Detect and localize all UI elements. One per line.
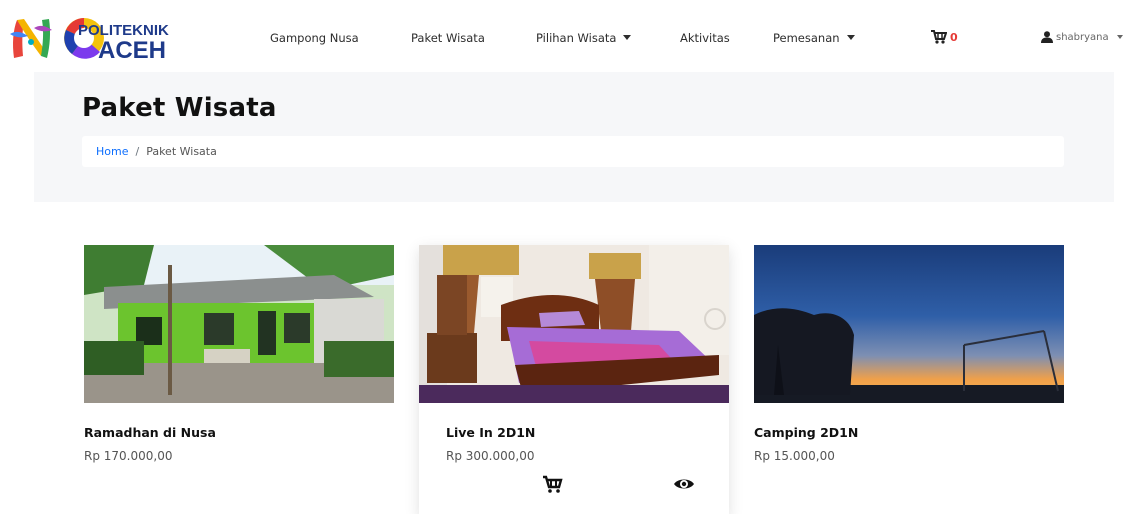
- package-price: Rp 170.000,00: [84, 449, 173, 463]
- package-name[interactable]: Camping 2D1N: [754, 425, 858, 440]
- navbar: POLITEKNIK ACEH Gampong Nusa Paket Wisat…: [0, 0, 1134, 70]
- package-name[interactable]: Ramadhan di Nusa: [84, 425, 216, 440]
- package-card-ramadhan[interactable]: Ramadhan di Nusa Rp 170.000,00: [84, 245, 394, 463]
- nav-pemesanan[interactable]: Pemesanan: [773, 31, 855, 45]
- nusa-logo-icon[interactable]: [8, 14, 54, 62]
- package-price: Rp 15.000,00: [754, 449, 835, 463]
- nav-aktivitas[interactable]: Aktivitas: [680, 31, 730, 45]
- package-price: Rp 300.000,00: [446, 449, 535, 463]
- caret-down-icon: [1116, 35, 1123, 39]
- breadcrumb-separator: /: [135, 145, 140, 158]
- add-to-cart-button[interactable]: [541, 475, 563, 493]
- cart-icon: [931, 30, 947, 44]
- nav-label: Paket Wisata: [411, 31, 485, 45]
- politeknik-aceh-logo[interactable]: POLITEKNIK ACEH: [62, 12, 202, 64]
- page-header: Paket Wisata Home / Paket Wisata: [34, 72, 1114, 202]
- package-card-live-in[interactable]: Live In 2D1N Rp 300.000,00: [419, 245, 729, 514]
- nav-label: Gampong Nusa: [270, 31, 359, 45]
- user-menu[interactable]: shabryana: [1041, 31, 1123, 43]
- package-image-green-house[interactable]: [84, 245, 394, 403]
- nav-cart-button[interactable]: 0: [931, 30, 958, 44]
- breadcrumb-home-link[interactable]: Home: [96, 145, 128, 158]
- package-name[interactable]: Live In 2D1N: [446, 425, 535, 440]
- package-image-sunset[interactable]: [754, 245, 1064, 403]
- page-title: Paket Wisata: [82, 93, 277, 123]
- caret-down-icon: [846, 35, 855, 40]
- view-details-button[interactable]: [673, 476, 695, 492]
- logo-text-line2: ACEH: [98, 37, 166, 64]
- caret-down-icon: [623, 35, 632, 40]
- package-card-camping[interactable]: Camping 2D1N Rp 15.000,00: [754, 245, 1064, 463]
- user-icon: [1041, 31, 1053, 43]
- cart-count-badge: 0: [950, 30, 958, 44]
- breadcrumb: Home / Paket Wisata: [82, 136, 1064, 167]
- nav-label: Aktivitas: [680, 31, 730, 45]
- nav-gampong-nusa[interactable]: Gampong Nusa: [270, 31, 359, 45]
- nav-label: Pemesanan: [773, 31, 840, 45]
- nav-paket-wisata[interactable]: Paket Wisata: [411, 31, 485, 45]
- breadcrumb-current: Paket Wisata: [146, 145, 217, 158]
- nav-pilihan-wisata[interactable]: Pilihan Wisata: [536, 31, 632, 45]
- package-image-bedroom[interactable]: [419, 245, 729, 403]
- user-name: shabryana: [1056, 31, 1109, 43]
- nav-label: Pilihan Wisata: [536, 31, 617, 45]
